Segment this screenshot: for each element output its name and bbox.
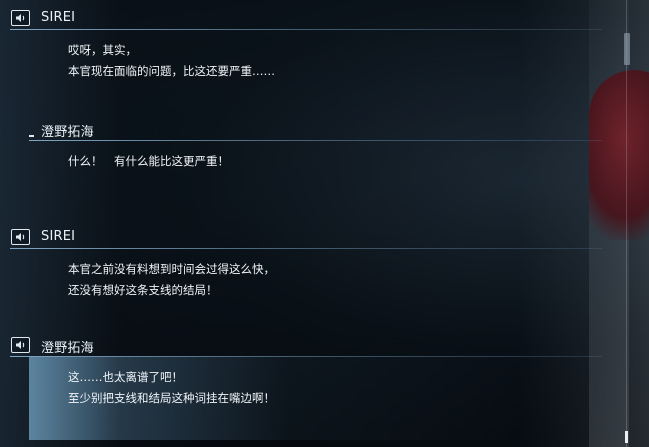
backlog-entry[interactable]: SIREI 本官之前没有料想到时间会过得这么快， 还没有想好这条支线的结局！ [0,225,620,301]
dialogue-text: 这……也太离谱了吧！ 至少别把支线和结局这种词挂在嘴边啊！ [0,357,620,409]
dialogue-line: 还没有想好这条支线的结局！ [68,283,218,297]
header-divider [29,140,602,141]
scroll-thumb[interactable] [624,33,630,65]
speaker-name: SIREI [41,10,76,25]
dialogue-line: 什么！ 有什么能比这更严重！ [68,154,229,168]
backlog-scrollbar[interactable] [624,0,630,447]
dialogue-line: 这……也太离谱了吧！ [68,370,183,384]
voice-replay-icon[interactable] [11,337,30,353]
backlog-entry[interactable]: SIREI 哎呀，其实， 本官现在面临的问题，比这还要严重…… [0,6,620,82]
header-divider [10,29,602,30]
entry-header: 澄野拓海 [0,333,620,357]
entry-header: 澄野拓海 [0,117,620,141]
dialogue-line: 至少别把支线和结局这种词挂在嘴边啊！ [68,391,275,405]
backlog-entry[interactable]: 澄野拓海 什么！ 有什么能比这更严重！ [0,117,620,172]
no-voice-marker [29,135,34,137]
voice-replay-icon[interactable] [11,10,30,26]
backlog-entry-selected[interactable]: 澄野拓海 这……也太离谱了吧！ 至少别把支线和结局这种词挂在嘴边啊！ [0,333,620,440]
dialogue-text: 什么！ 有什么能比这更严重！ [0,141,620,172]
speaker-name: SIREI [41,229,76,244]
scroll-position-marker[interactable] [625,431,628,443]
entry-header: SIREI [0,225,620,249]
voice-replay-icon[interactable] [11,229,30,245]
backlog-panel[interactable]: SIREI 哎呀，其实， 本官现在面临的问题，比这还要严重…… 澄野拓海 什么！… [0,0,649,447]
dialogue-line: 哎呀，其实， [68,43,137,57]
dialogue-text: 哎呀，其实， 本官现在面临的问题，比这还要严重…… [0,30,620,82]
header-divider [10,248,602,249]
speaker-name: 澄野拓海 [41,341,94,356]
dialogue-text: 本官之前没有料想到时间会过得这么快， 还没有想好这条支线的结局！ [0,249,620,301]
dialogue-line: 本官现在面临的问题，比这还要严重…… [68,64,275,78]
entry-header: SIREI [0,6,620,30]
speaker-name: 澄野拓海 [41,125,94,140]
scroll-track[interactable] [626,0,627,447]
dialogue-line: 本官之前没有料想到时间会过得这么快， [68,262,275,276]
